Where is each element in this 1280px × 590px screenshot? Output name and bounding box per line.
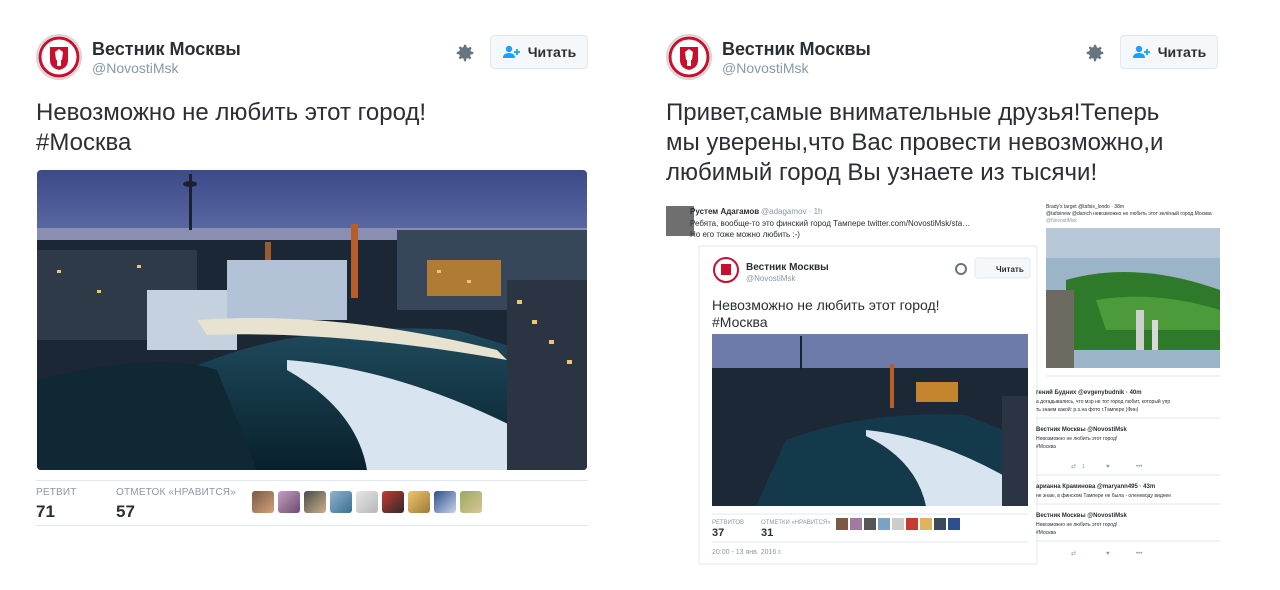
avatar[interactable]	[36, 34, 82, 80]
embed-rt-value: 37	[712, 527, 724, 539]
side-text: ть знаем какой: р.s.на фото г.Тампере (Ф…	[1036, 406, 1139, 413]
likes-label: ОТМЕТОК «НРАВИТСЯ»	[116, 487, 236, 498]
liker-avatar[interactable]	[278, 491, 300, 513]
side-text: #Москва	[1036, 444, 1056, 450]
tweet-text-line: любимый город Вы узнаете из тысячи!	[666, 159, 1098, 186]
side-author: гений Будних @evgenybudnik · 40m	[1036, 389, 1142, 396]
heart-icon: ♥	[1106, 551, 1110, 557]
liker-avatar[interactable]	[356, 491, 378, 513]
side-text: Brady's target @tafsis_londo · 38m	[1046, 204, 1124, 210]
embed-rt-label: РЕТВИТОВ	[712, 520, 744, 526]
tweet-text: Привет,самые внимательные друзья!Теперь …	[666, 98, 1218, 188]
reply-author: Рустем Адагамов	[690, 207, 759, 216]
tweet-text-line: Привет,самые внимательные друзья!Теперь	[666, 99, 1160, 126]
tweet-photo[interactable]	[37, 170, 587, 470]
reply-text: Но его тоже можно любить :-)	[690, 230, 800, 239]
reply-text: Ребята, вообще-то это финский город Тамп…	[690, 219, 970, 228]
side-text: а догадывались, что мэр не тот город люб…	[1036, 398, 1170, 405]
follow-button[interactable]: Читать	[490, 35, 588, 69]
tweet-header: Вестник Москвы @NovostiMsk Читать	[666, 34, 1218, 84]
tweet-stats: РЕТВИТ 71 ОТМЕТОК «НРАВИТСЯ» 57	[36, 480, 588, 526]
side-text: #Москва	[1036, 530, 1056, 536]
retweet-label: РЕТВИТ	[36, 487, 77, 498]
retweet-icon: ⇄	[1071, 550, 1076, 557]
side-text: @tafisinew @danich невозможно не любить …	[1046, 210, 1212, 217]
embed-follow-label: Читать	[996, 265, 1024, 274]
retweet-stat[interactable]: РЕТВИТ 71	[36, 487, 77, 522]
follow-person-icon	[1132, 45, 1150, 58]
author-name[interactable]: Вестник Москвы	[92, 39, 241, 59]
side-author: Вестник Москвы @NovostiMsk	[1036, 427, 1127, 433]
retweet-icon: ⇄	[1071, 463, 1076, 470]
tweet-photo-screenshot[interactable]: Рустем Адагамов @adagamov · 1h Ребята, в…	[666, 200, 1220, 568]
tweet-card-right: Вестник Москвы @NovostiMsk Читать Привет…	[666, 0, 1218, 188]
author-handle[interactable]: @NovostiMsk	[722, 59, 871, 77]
follow-label: Читать	[527, 44, 577, 60]
embed-text: Невозможно не любить этот город!	[712, 297, 940, 313]
liker-avatar[interactable]	[460, 491, 482, 513]
follow-button[interactable]: Читать	[1120, 35, 1218, 69]
embed-handle: @NovostiMsk	[746, 274, 796, 283]
author-block: Вестник Москвы @NovostiMsk	[92, 39, 241, 77]
liker-avatar[interactable]	[252, 491, 274, 513]
hashtag-link[interactable]: #Москва	[36, 128, 588, 158]
liker-avatar[interactable]	[434, 491, 456, 513]
liker-avatar[interactable]	[408, 491, 430, 513]
embed-like-label: ОТМЕТКИ «НРАВИТСЯ»	[761, 520, 831, 526]
side-text: @NovostiMsk	[1046, 218, 1077, 224]
side-text: Невозможно не любить этот город!	[1036, 436, 1117, 442]
tweet-text-line: мы уверены,что Вас провести невозможно,и	[666, 129, 1164, 156]
follow-person-icon	[502, 45, 520, 58]
moscow-emblem-icon	[38, 36, 80, 78]
liker-avatar[interactable]	[304, 491, 326, 513]
moscow-emblem-icon	[668, 36, 710, 78]
liker-avatars	[252, 491, 482, 513]
liker-avatar[interactable]	[330, 491, 352, 513]
liker-avatar[interactable]	[382, 491, 404, 513]
more-icon: •••	[1136, 464, 1142, 470]
side-text: Невозможно не любить этот город!	[1036, 522, 1117, 528]
embed-like-value: 31	[761, 527, 773, 539]
embed-text: #Москва	[712, 314, 768, 330]
reply-handle: @adagamov · 1h	[761, 207, 823, 216]
gear-icon[interactable]	[1084, 42, 1106, 64]
avatar[interactable]	[666, 34, 712, 80]
embed-city-photo	[712, 334, 1028, 506]
tweet-text-line: Невозможно не любить этот город!	[36, 99, 427, 126]
embed-author: Вестник Москвы	[746, 262, 829, 273]
side-count: 1	[1082, 464, 1085, 470]
embed-date: 20:00 - 13 янв. 2016 г.	[712, 549, 782, 556]
heart-icon: ♥	[1106, 464, 1110, 470]
more-icon: •••	[1136, 551, 1142, 557]
author-block: Вестник Москвы @NovostiMsk	[722, 39, 871, 77]
gear-icon[interactable]	[454, 42, 476, 64]
tweet-header: Вестник Москвы @NovostiMsk Читать	[36, 34, 588, 84]
retweet-count: 71	[36, 502, 55, 521]
author-handle[interactable]: @NovostiMsk	[92, 59, 241, 77]
likes-stat[interactable]: ОТМЕТОК «НРАВИТСЯ» 57	[116, 487, 236, 522]
side-text: не знаю, в финском Тампере не была - оле…	[1036, 493, 1171, 499]
likes-count: 57	[116, 502, 135, 521]
side-author: Вестник Москвы @NovostiMsk	[1036, 513, 1127, 519]
follow-label: Читать	[1157, 44, 1207, 60]
author-name[interactable]: Вестник Москвы	[722, 39, 871, 59]
tweet-text: Невозможно не любить этот город! #Москва	[36, 98, 588, 158]
side-author: арианна Краминова @maryann495 · 43m	[1036, 484, 1155, 490]
city-night-photo	[37, 170, 587, 470]
screenshot-collage: Рустем Адагамов @adagamov · 1h Ребята, в…	[666, 200, 1220, 568]
embed-liker-avatars	[836, 518, 960, 530]
city-park-photo	[1046, 228, 1220, 368]
tweet-card-left: Вестник Москвы @NovostiMsk Читать Невозм…	[36, 0, 588, 526]
